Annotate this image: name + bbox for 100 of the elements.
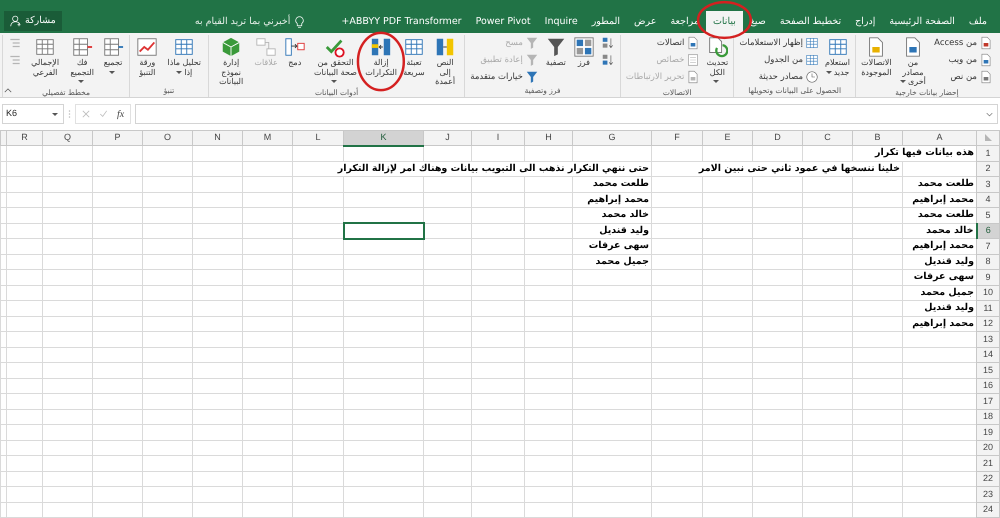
ribbon-tab[interactable]: مراجعة bbox=[663, 11, 706, 33]
row-header[interactable]: 13 bbox=[976, 332, 1000, 347]
share-button[interactable]: مشاركة bbox=[4, 11, 62, 31]
cancel-icon[interactable] bbox=[82, 110, 90, 118]
lightbulb-icon bbox=[295, 16, 304, 28]
ribbon-button[interactable]: النص إلى أعمدة bbox=[428, 35, 462, 88]
ribbon-tab[interactable]: بيانات bbox=[706, 11, 743, 33]
column-header[interactable]: K bbox=[344, 130, 424, 146]
row-header[interactable]: 8 bbox=[976, 254, 1000, 270]
row-header[interactable]: 22 bbox=[976, 471, 1000, 486]
ribbon-button[interactable]: مصادر حديثة bbox=[737, 69, 822, 85]
document-icon bbox=[686, 36, 700, 50]
ribbon-tab[interactable]: ملف bbox=[962, 11, 994, 33]
ribbon-tab[interactable]: الصفحة الرئيسية bbox=[882, 11, 962, 33]
table-cell: خالد محمد bbox=[902, 223, 976, 238]
corner-triangle-icon bbox=[984, 134, 992, 142]
collapse-ribbon-icon[interactable] bbox=[4, 88, 12, 93]
row-header[interactable]: 16 bbox=[976, 378, 1000, 394]
column-header[interactable]: N bbox=[192, 130, 242, 146]
row-header[interactable]: 7 bbox=[976, 238, 1000, 254]
column-header[interactable]: B bbox=[852, 130, 902, 146]
cube-icon bbox=[220, 36, 242, 58]
row-header[interactable]: 19 bbox=[976, 424, 1000, 440]
row-header[interactable]: 2 bbox=[976, 161, 1000, 176]
ribbon-button[interactable]: تحديث الكل bbox=[704, 35, 730, 88]
column-header[interactable]: J bbox=[424, 130, 472, 146]
ribbon-button[interactable]: فك التجميع bbox=[66, 35, 98, 88]
row-header[interactable]: 23 bbox=[976, 486, 1000, 502]
ribbon-tab[interactable]: إدراج bbox=[848, 11, 882, 33]
column-header[interactable]: A bbox=[902, 130, 976, 146]
column-header[interactable]: I bbox=[472, 130, 524, 146]
ribbon-tab[interactable]: ABBYY PDF Transformer+ bbox=[334, 11, 469, 33]
ribbon-tab[interactable]: المطور bbox=[584, 11, 628, 33]
selected-cell[interactable] bbox=[344, 223, 424, 238]
row-header[interactable]: 1 bbox=[976, 146, 1000, 161]
ribbon-button[interactable]: الإجمالي الفرعي bbox=[26, 35, 64, 78]
row-header[interactable]: 21 bbox=[976, 456, 1000, 471]
ribbon-button[interactable]: تعبئة سريعة bbox=[400, 35, 427, 78]
row-header[interactable]: 18 bbox=[976, 409, 1000, 424]
ribbon-button[interactable]: تصفية bbox=[542, 35, 569, 68]
row-header[interactable]: 3 bbox=[976, 176, 1000, 192]
ribbon-button[interactable]: إدارة نموذج البيانات bbox=[212, 35, 250, 88]
row-header[interactable]: 17 bbox=[976, 394, 1000, 409]
ribbon-button[interactable]: تجميع bbox=[100, 35, 126, 78]
column-header[interactable]: D bbox=[752, 130, 802, 146]
list-icon bbox=[686, 53, 700, 67]
column-header[interactable]: P bbox=[92, 130, 142, 146]
expand-icon[interactable] bbox=[986, 112, 993, 116]
ribbon-button[interactable]: اتصالات bbox=[624, 35, 702, 51]
column-header[interactable]: R bbox=[6, 130, 42, 146]
column-header[interactable]: C bbox=[802, 130, 852, 146]
row-header[interactable]: 15 bbox=[976, 362, 1000, 378]
column-header[interactable]: M bbox=[242, 130, 292, 146]
table-cell: سهى عرفات bbox=[902, 270, 976, 285]
ribbon-button[interactable]: تحليل ماذا إذا bbox=[164, 35, 205, 78]
ribbon-button[interactable]: ورقة التنبؤ bbox=[133, 35, 162, 78]
ribbon-button[interactable]: خيارات متقدمة bbox=[468, 69, 541, 85]
column-header[interactable]: L bbox=[292, 130, 344, 146]
ribbon-tab[interactable]: Power Pivot bbox=[468, 11, 538, 33]
row-header[interactable]: 5 bbox=[976, 208, 1000, 223]
row-header[interactable]: 9 bbox=[976, 270, 1000, 285]
name-box[interactable]: K6 bbox=[2, 104, 64, 124]
row-header[interactable]: 14 bbox=[976, 347, 1000, 362]
ribbon-button[interactable]: إظهار الاستعلامات bbox=[737, 35, 822, 51]
ribbon-button[interactable]: دمج bbox=[282, 35, 308, 68]
table-cell: طلعت محمد bbox=[902, 208, 976, 223]
formula-field[interactable] bbox=[135, 104, 998, 124]
column-header[interactable]: Q bbox=[42, 130, 92, 146]
row-header[interactable]: 6 bbox=[976, 223, 1000, 238]
ribbon-button[interactable]: من Access bbox=[932, 35, 995, 51]
row-header[interactable]: 4 bbox=[976, 192, 1000, 208]
insert-function-button[interactable]: fx bbox=[117, 106, 124, 122]
column-header[interactable]: O bbox=[142, 130, 192, 146]
row-header[interactable]: 24 bbox=[976, 502, 1000, 518]
column-header[interactable]: F bbox=[652, 130, 702, 146]
ribbon-button[interactable]: من ويب bbox=[932, 52, 995, 68]
ribbon-tab[interactable]: عرض bbox=[627, 11, 664, 33]
select-all-button[interactable] bbox=[976, 130, 1000, 146]
ribbon-button[interactable]: من مصادر أخرى bbox=[896, 35, 930, 88]
row-header[interactable]: 10 bbox=[976, 285, 1000, 300]
ribbon-button[interactable]: فرز bbox=[570, 35, 597, 68]
column-header[interactable]: G bbox=[572, 130, 652, 146]
ribbon-button[interactable]: استعلام جديد bbox=[823, 35, 852, 78]
ribbon-button[interactable]: التحقق من صحة البيانات bbox=[310, 35, 362, 88]
ribbon-tab[interactable]: تخطيط الصفحة bbox=[772, 11, 848, 33]
ribbon-button[interactable]: من الجدول bbox=[737, 52, 822, 68]
column-header[interactable]: E bbox=[702, 130, 752, 146]
ribbon-button[interactable]: من نص bbox=[932, 69, 995, 85]
ribbon-button[interactable]: الاتصالات الموجودة bbox=[858, 35, 894, 78]
ribbon-tab[interactable]: Inquire bbox=[538, 11, 585, 33]
check-icon[interactable] bbox=[99, 110, 108, 118]
document-icon bbox=[979, 70, 993, 84]
document-icon bbox=[686, 70, 700, 84]
table-cell: طلعت محمد bbox=[902, 176, 976, 192]
row-header[interactable]: 11 bbox=[976, 300, 1000, 316]
caret-icon bbox=[713, 80, 720, 84]
column-header[interactable]: H bbox=[524, 130, 572, 146]
row-header[interactable]: 20 bbox=[976, 440, 1000, 456]
tell-me-field[interactable]: أخبرني بما تريد القيام به bbox=[192, 15, 292, 29]
row-header[interactable]: 12 bbox=[976, 316, 1000, 332]
